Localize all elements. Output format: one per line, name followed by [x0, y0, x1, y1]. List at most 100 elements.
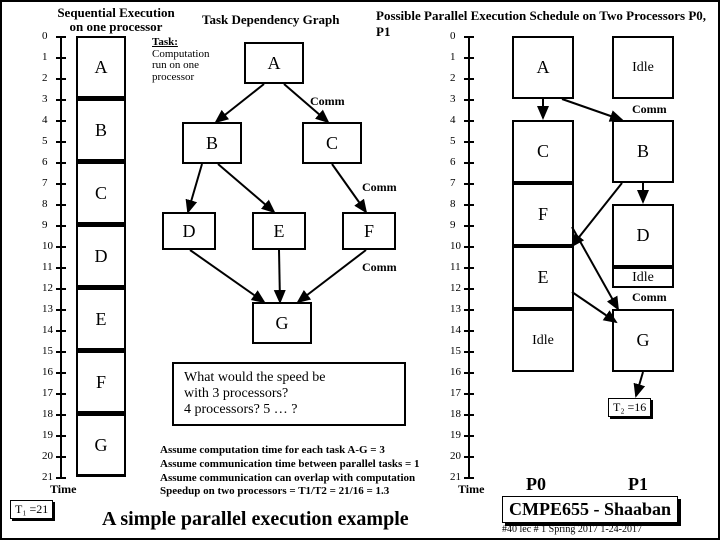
slide-title: A simple parallel execution example — [102, 508, 409, 531]
p1-idle2: Idle — [612, 267, 674, 288]
q-l2: with 3 processors? — [184, 386, 394, 402]
tick-label: 11 — [450, 261, 461, 273]
seq-time-label: Time — [50, 482, 76, 497]
tick-mark — [464, 57, 474, 59]
seq-B: B — [76, 99, 126, 162]
tick-mark — [56, 183, 66, 185]
tick-mark — [464, 477, 474, 479]
par-time-label: Time — [458, 482, 484, 497]
tick-label: 3 — [450, 93, 456, 105]
tick-label: 8 — [450, 198, 456, 210]
seq-A: A — [76, 36, 126, 99]
tick-mark — [464, 351, 474, 353]
p0-F: F — [512, 183, 574, 246]
tick-label: 16 — [450, 366, 461, 378]
tick-mark — [464, 393, 474, 395]
tick-mark — [464, 456, 474, 458]
task-note-desc: Computation run on one processor — [152, 48, 209, 83]
tick-label: 19 — [450, 429, 461, 441]
tick-mark — [464, 267, 474, 269]
tick-label: 18 — [42, 408, 53, 420]
tick-label: 3 — [42, 93, 48, 105]
tick-label: 14 — [42, 324, 53, 336]
dag-E: E — [252, 212, 306, 250]
tick-label: 9 — [450, 219, 456, 231]
seq-F: F — [76, 351, 126, 414]
p1-idle1: Idle — [612, 36, 674, 99]
tick-mark — [56, 372, 66, 374]
assume-block: Assume computation time for each task A-… — [160, 444, 420, 499]
tick-mark — [56, 246, 66, 248]
tick-mark — [56, 288, 66, 290]
tick-label: 16 — [42, 366, 53, 378]
tick-mark — [56, 393, 66, 395]
tick-label: 13 — [42, 303, 53, 315]
tick-label: 15 — [42, 345, 53, 357]
p1-B: B — [612, 120, 674, 183]
tick-label: 5 — [42, 135, 48, 147]
tick-mark — [56, 78, 66, 80]
tick-label: 21 — [450, 471, 461, 483]
dag-C: C — [302, 122, 362, 164]
tick-mark — [464, 78, 474, 80]
tick-mark — [56, 99, 66, 101]
seq-D: D — [76, 225, 126, 288]
comm-3: Comm — [362, 260, 397, 275]
tick-label: 7 — [42, 177, 48, 189]
q-l1: What would the speed be — [184, 370, 394, 386]
tick-label: 0 — [42, 30, 48, 42]
slide: Sequential Execution on one processor Ta… — [0, 0, 720, 540]
tick-label: 2 — [450, 72, 456, 84]
tick-label: 15 — [450, 345, 461, 357]
dag-D: D — [162, 212, 216, 250]
footer-meta: #40 lec # 1 Spring 2017 1-24-2017 — [502, 524, 642, 535]
par-comm-2: Comm — [632, 290, 667, 305]
tick-label: 7 — [450, 177, 456, 189]
p0-idle: Idle — [512, 309, 574, 372]
tick-label: 14 — [450, 324, 461, 336]
tick-mark — [464, 414, 474, 416]
seq-axis — [60, 36, 62, 478]
tick-mark — [56, 309, 66, 311]
p0-E: E — [512, 246, 574, 309]
tick-mark — [464, 246, 474, 248]
p1-D: D — [612, 204, 674, 267]
p0-label: P0 — [526, 474, 546, 495]
tick-mark — [464, 120, 474, 122]
tick-label: 17 — [450, 387, 461, 399]
seq-E: E — [76, 288, 126, 351]
tick-mark — [464, 330, 474, 332]
par-axis — [468, 36, 470, 478]
p1-label: P1 — [628, 474, 648, 495]
tick-label: 2 — [42, 72, 48, 84]
seq-G: G — [76, 414, 126, 477]
tick-label: 11 — [42, 261, 53, 273]
tick-mark — [464, 36, 474, 38]
tick-label: 17 — [42, 387, 53, 399]
tick-label: 6 — [450, 156, 456, 168]
course-box: CMPE655 - Shaaban — [502, 496, 678, 523]
task-note: Task: Computation run on one processor — [152, 37, 232, 83]
assume-l2: Assume communication time between parall… — [160, 458, 420, 472]
tick-mark — [464, 99, 474, 101]
p0-A: A — [512, 36, 574, 99]
tick-mark — [56, 204, 66, 206]
seq-header: Sequential Execution on one processor — [46, 6, 186, 33]
dag-header: Task Dependency Graph — [202, 12, 340, 28]
tick-mark — [464, 309, 474, 311]
tick-label: 0 — [450, 30, 456, 42]
tick-label: 9 — [42, 219, 48, 231]
assume-l3: Assume communication can overlap with co… — [160, 472, 420, 486]
tick-label: 8 — [42, 198, 48, 210]
tick-mark — [56, 120, 66, 122]
tick-mark — [56, 435, 66, 437]
tick-label: 19 — [42, 429, 53, 441]
tick-mark — [464, 372, 474, 374]
tick-mark — [56, 162, 66, 164]
tick-mark — [56, 477, 66, 479]
tick-mark — [56, 36, 66, 38]
assume-l4: Speedup on two processors = T1/T2 = 21/1… — [160, 485, 420, 499]
dag-G: G — [252, 302, 312, 344]
comm-1: Comm — [310, 94, 345, 109]
seq-C: C — [76, 162, 126, 225]
